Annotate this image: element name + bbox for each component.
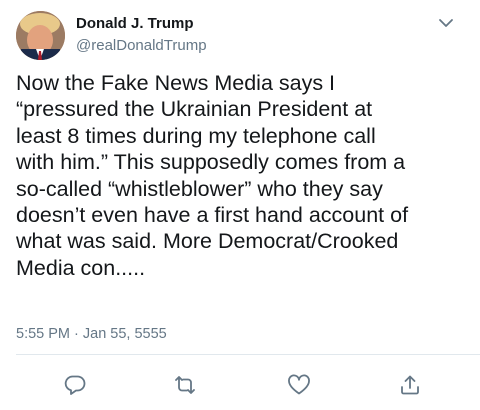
share-icon[interactable] <box>397 373 423 397</box>
tweet-text: Now the Fake News Media says I “pressure… <box>16 71 409 280</box>
tweet-timestamp[interactable]: 5:55 PM · Jan 55, 5555 <box>16 326 167 342</box>
tweet-card: Donald J. Trump @realDonaldTrump Now the… <box>0 0 480 410</box>
heart-icon[interactable] <box>286 373 312 397</box>
author-name[interactable]: Donald J. Trump <box>76 15 194 32</box>
author-handle[interactable]: @realDonaldTrump <box>76 37 207 54</box>
avatar-image <box>16 11 65 60</box>
avatar[interactable] <box>16 11 65 60</box>
retweet-icon[interactable] <box>172 373 198 397</box>
reply-icon[interactable] <box>62 373 88 397</box>
divider <box>16 354 480 355</box>
chevron-down-icon[interactable] <box>437 16 455 28</box>
